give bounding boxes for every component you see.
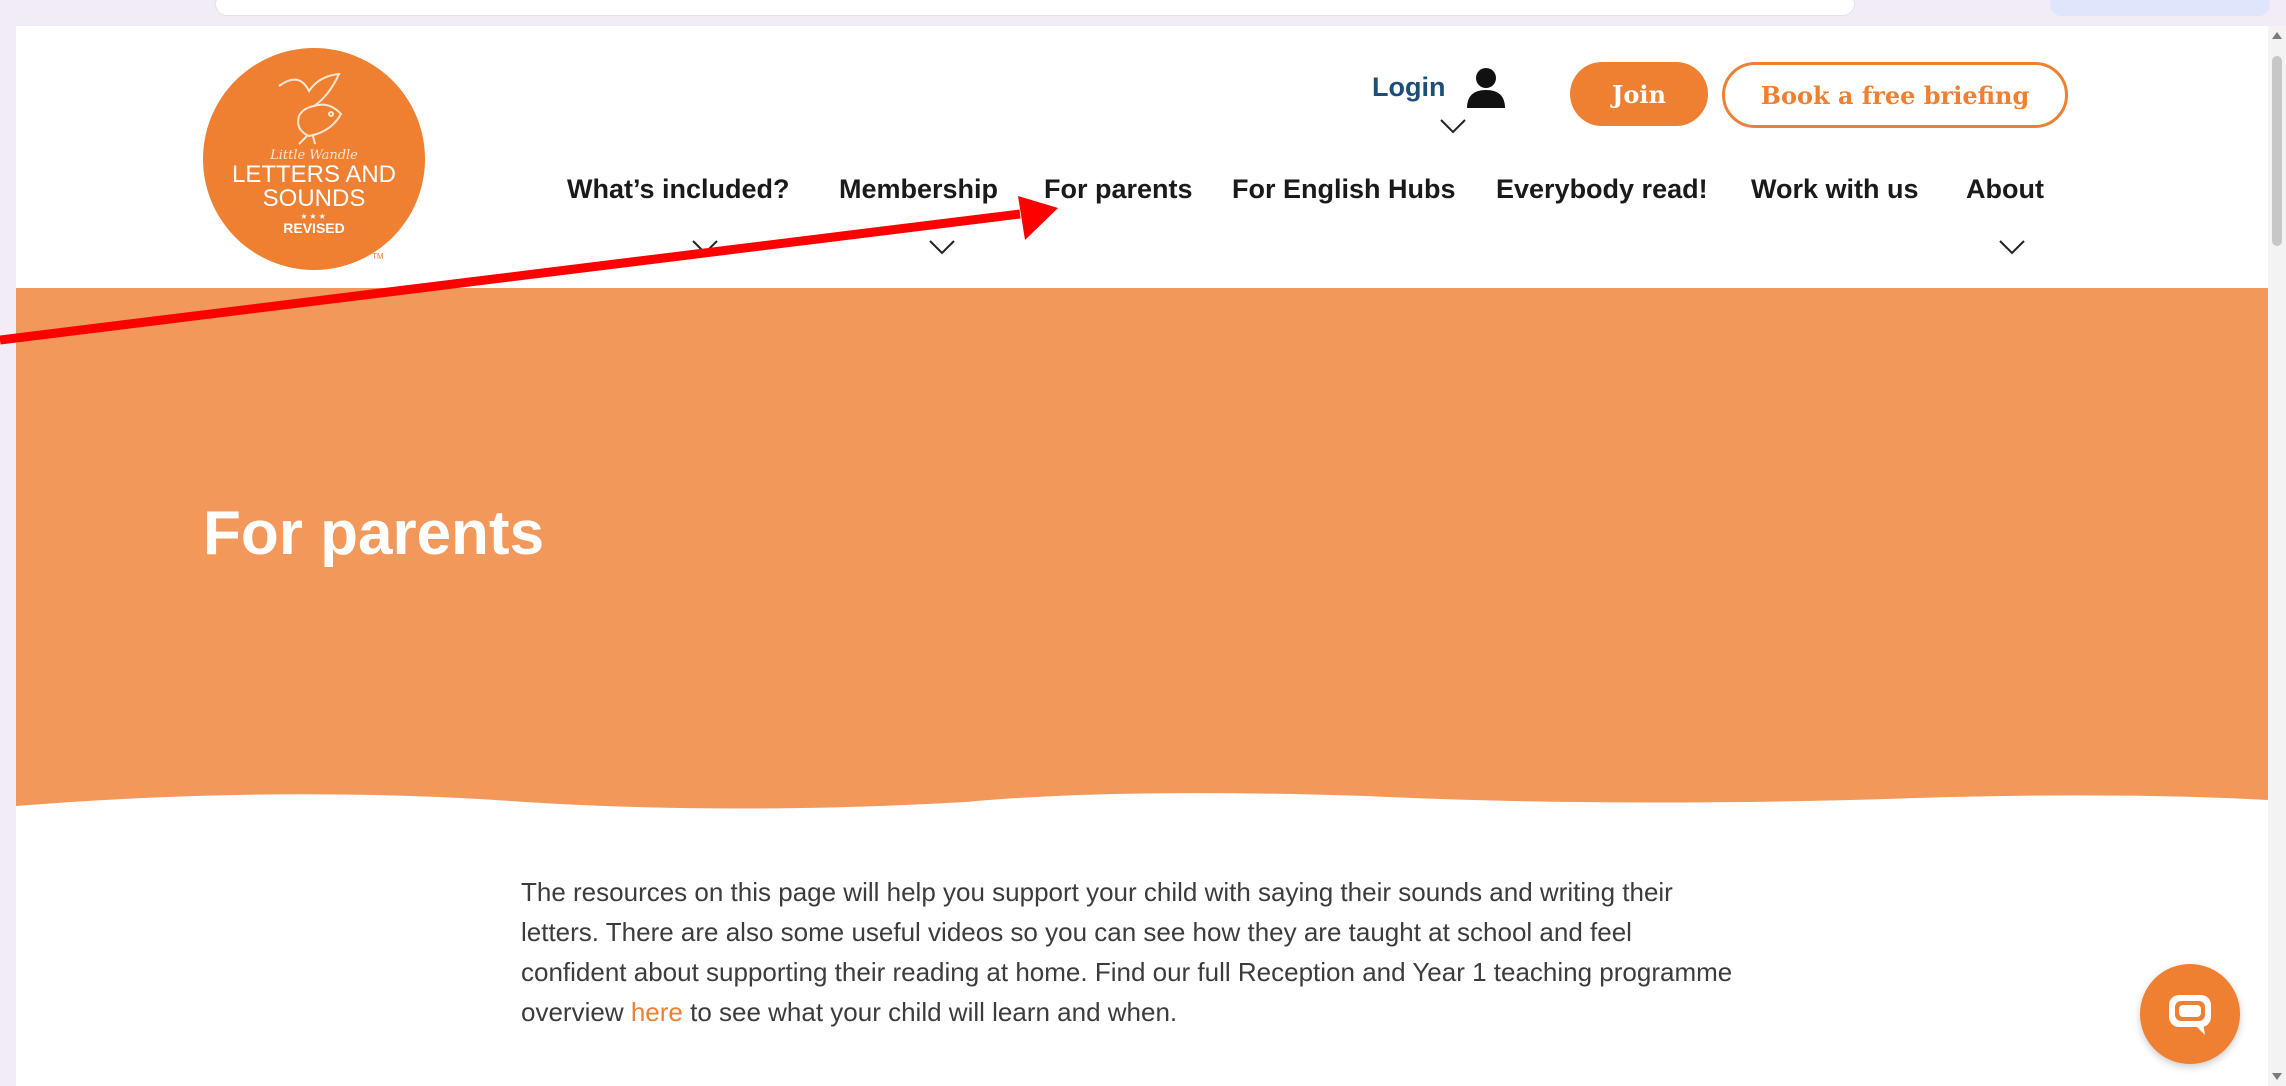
trademark-mark: TM — [372, 252, 384, 261]
site-header: Little Wandle LETTERS AND SOUNDS ★★★ REV… — [16, 26, 2268, 288]
chevron-down-icon[interactable] — [690, 238, 720, 256]
web-page: Little Wandle LETTERS AND SOUNDS ★★★ REV… — [16, 26, 2268, 1086]
user-icon — [1467, 68, 1506, 108]
logo-badge: REVISED — [283, 220, 345, 236]
login-link[interactable]: Login — [1372, 66, 1507, 108]
nav-item-whats-included[interactable]: What’s included? — [567, 174, 790, 205]
vertical-scrollbar[interactable] — [2268, 26, 2286, 1086]
browser-chrome-bar — [0, 0, 2286, 26]
intro-text-after-link: to see what your child will learn and wh… — [682, 997, 1178, 1027]
nav-item-for-english-hubs[interactable]: For English Hubs — [1232, 174, 1456, 205]
book-briefing-button[interactable]: Book a free briefing — [1722, 62, 2068, 128]
nav-item-about[interactable]: About — [1966, 174, 2044, 205]
login-chevron-down-icon[interactable] — [1438, 116, 1468, 136]
join-button[interactable]: Join — [1570, 62, 1708, 126]
nav-item-for-parents[interactable]: For parents — [1044, 174, 1193, 205]
intro-paragraph: The resources on this page will help you… — [521, 872, 1741, 1032]
nav-item-membership[interactable]: Membership — [839, 174, 998, 205]
chat-icon — [2169, 995, 2211, 1035]
site-logo[interactable]: Little Wandle LETTERS AND SOUNDS ★★★ REV… — [203, 48, 425, 270]
chevron-down-icon[interactable] — [1997, 238, 2027, 256]
chevron-down-icon[interactable] — [927, 238, 957, 256]
chat-button[interactable] — [2140, 964, 2240, 1064]
scroll-up-icon[interactable] — [2272, 32, 2282, 39]
scroll-thumb[interactable] — [2272, 56, 2282, 246]
logo-title-line2: SOUNDS — [262, 185, 366, 212]
page-title: For parents — [203, 499, 545, 568]
bird-logo-icon — [278, 72, 343, 145]
login-label: Login — [1372, 71, 1446, 102]
address-bar[interactable] — [215, 0, 1855, 16]
programme-overview-link[interactable]: here — [631, 997, 683, 1027]
scroll-down-icon[interactable] — [2272, 1073, 2282, 1080]
nav-item-work-with-us[interactable]: Work with us — [1751, 174, 1919, 205]
browser-extension-pill[interactable] — [2050, 0, 2270, 16]
nav-item-everybody-read[interactable]: Everybody read! — [1496, 174, 1708, 205]
